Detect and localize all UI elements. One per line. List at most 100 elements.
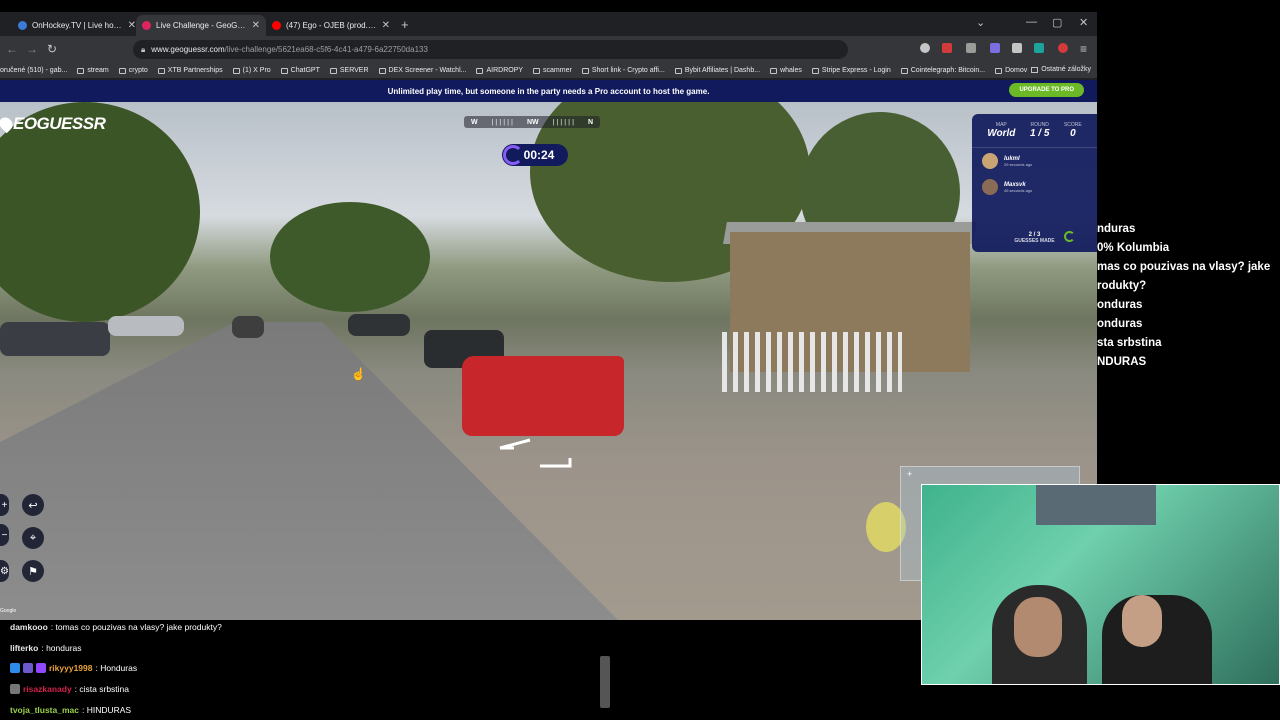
bookmark-item[interactable]: Stripe Express - Login <box>811 67 891 74</box>
navigation-arrow-icon[interactable] <box>496 436 578 472</box>
address-bar[interactable]: 🔒︎ www.geoguessr.com/live-challenge/5621… <box>133 40 848 59</box>
map-zoom-in-icon[interactable]: + <box>907 469 912 479</box>
badge-icon <box>36 663 46 673</box>
bookmark-item[interactable]: Cointelegraph: Bitcoin... <box>900 67 986 74</box>
bookmark-label: SERVER <box>339 67 369 74</box>
tab-close-icon[interactable]: ✕ <box>252 20 260 31</box>
chat-scrollbar[interactable] <box>600 656 610 708</box>
extension-icon[interactable] <box>966 43 976 53</box>
chat-username[interactable]: risazkanady <box>23 684 72 694</box>
tab-close-icon[interactable]: ✕ <box>382 20 390 31</box>
overlay-chat-line: 0% Kolumbia <box>1097 242 1170 254</box>
badge-icon <box>23 663 33 673</box>
overlay-chat-line: rodukty? <box>1097 280 1147 292</box>
extension-icon[interactable] <box>1034 43 1044 53</box>
badge-icon <box>10 663 20 673</box>
loading-spinner-icon <box>1064 231 1075 242</box>
bookmark-item[interactable]: Domov <box>995 67 1027 74</box>
fence <box>722 332 902 392</box>
logo-text: EOGUESSR <box>13 114 106 133</box>
compass-nw: NW <box>526 118 539 126</box>
bookmark-item[interactable]: (1) X Pro <box>232 67 271 74</box>
player-guess-time: 45 seconds ago <box>1004 187 1033 193</box>
folder-icon <box>232 67 240 74</box>
url-text: www.geoguessr.com/live-challenge/5621ea6… <box>151 45 428 54</box>
folder-icon <box>118 67 126 74</box>
extensions-puzzle-icon[interactable] <box>1012 43 1022 53</box>
minimize-icon[interactable]: — <box>1026 16 1037 28</box>
folder-icon <box>77 67 85 74</box>
undo-move-icon[interactable]: ↩ <box>22 494 44 516</box>
chat-username[interactable]: rikyyy1998 <box>49 663 93 673</box>
chat-username[interactable]: tvoja_tlusta_mac <box>10 705 79 715</box>
lock-icon[interactable]: 🔒︎ <box>141 45 145 55</box>
return-to-start-icon[interactable]: ⌖ <box>22 527 44 549</box>
maximize-icon[interactable]: ▢ <box>1052 16 1062 29</box>
extension-icon[interactable] <box>990 43 1000 53</box>
other-bookmarks[interactable]: Ostatné záložky <box>1031 66 1091 73</box>
tab-geoguessr[interactable]: Live Challenge - GeoGuessr ✕ <box>136 15 266 36</box>
bookmark-item[interactable]: scammer <box>533 67 572 74</box>
score-label: SCORE <box>1063 122 1082 128</box>
chat-username[interactable]: lifterko <box>10 643 38 653</box>
bookmark-item[interactable]: XTB Partnerships <box>157 67 223 74</box>
chat-username[interactable]: damkooo <box>10 622 48 632</box>
avatar[interactable] <box>1058 43 1068 53</box>
overlay-chat-line: nduras <box>1097 223 1136 235</box>
folder-icon <box>280 67 288 74</box>
tree-left <box>0 102 200 322</box>
tab-title: OnHockey.TV | Live hockey <box>32 21 123 30</box>
extension-icon[interactable] <box>942 43 952 53</box>
tab-onhockey[interactable]: OnHockey.TV | Live hockey ✕ <box>12 15 142 36</box>
tab-youtube[interactable]: (47) Ego - OJEB (prod. Hujdy) - ✕ <box>266 15 396 36</box>
compass: W | | | | | | NW | | | | | | N <box>464 116 600 128</box>
parked-car <box>232 316 264 338</box>
new-tab-icon[interactable]: + <box>401 17 409 32</box>
close-window-icon[interactable]: ✕ <box>1079 16 1088 29</box>
bookmark-item[interactable]: Bybit Affiliates | Dashb... <box>674 67 760 74</box>
bookmark-item[interactable]: oručené (510) - gab... <box>0 67 67 74</box>
chat-text: : Honduras <box>95 663 138 673</box>
bookmark-item[interactable]: stream <box>77 67 109 74</box>
menu-icon[interactable]: ≡ <box>1080 42 1087 56</box>
bookmarks-bar: oručené (510) - gab... stream crypto XTB Pa… <box>0 63 1097 78</box>
folder-icon <box>995 67 1003 74</box>
bookmark-label: Cointelegraph: Bitcoin... <box>910 67 986 74</box>
bookmark-item[interactable]: SERVER <box>329 67 369 74</box>
upgrade-button[interactable]: UPGRADE TO PRO <box>1009 83 1084 97</box>
tab-search-icon[interactable]: ⌄ <box>976 16 985 29</box>
bookmark-label: Short link - Crypto affi... <box>591 67 665 74</box>
profile-icon[interactable] <box>920 43 930 53</box>
tab-close-icon[interactable]: ✕ <box>128 20 136 31</box>
player-row: Maxsvk 45 seconds ago <box>972 174 1097 200</box>
bookmark-item[interactable]: AIRDROPY <box>476 67 523 74</box>
tab-favicon-icon <box>18 21 27 30</box>
chat-message: risazkanady: cista srbstina <box>10 682 129 696</box>
game-status-panel: MAP World ROUND 1 / 5 SCORE 0 lukml 29 s… <box>972 114 1097 252</box>
folder-icon <box>581 67 589 74</box>
bookmark-item[interactable]: Short link - Crypto affi... <box>581 67 665 74</box>
overlay-chat-line: onduras <box>1097 318 1143 330</box>
flag-icon[interactable]: ⚑ <box>22 560 44 582</box>
forward-icon[interactable]: → <box>26 42 38 56</box>
reload-icon[interactable]: ↻ <box>47 42 57 56</box>
bookmark-item[interactable]: ChatGPT <box>280 67 320 74</box>
bookmark-label: AIRDROPY <box>486 67 524 74</box>
folder-icon <box>476 67 484 74</box>
chat-message: tvoja_tlusta_mac: HINDURAS <box>10 703 131 717</box>
bookmark-item[interactable]: DEX Screener - Watchl... <box>378 67 466 74</box>
folder-icon <box>674 67 682 74</box>
other-bookmarks-label: Ostatné záložky <box>1041 66 1091 73</box>
back-icon[interactable]: ← <box>6 42 18 56</box>
overlay-chat-line: sta srbstina <box>1097 337 1162 349</box>
bookmark-item[interactable]: crypto <box>118 67 148 74</box>
geoguessr-logo: EOGUESSR <box>0 114 106 134</box>
round-timer: 00:24 <box>502 144 568 166</box>
pro-banner: Unlimited play time, but someone in the … <box>0 80 1097 102</box>
bookmark-item[interactable]: whales <box>770 67 802 74</box>
chat-text: : cista srbstina <box>74 684 129 694</box>
avatar <box>982 179 998 195</box>
banner-text: Unlimited play time, but someone in the … <box>387 86 710 96</box>
guesses-label: GUESSES MADE <box>1014 238 1055 244</box>
round-label: ROUND <box>1030 122 1049 128</box>
